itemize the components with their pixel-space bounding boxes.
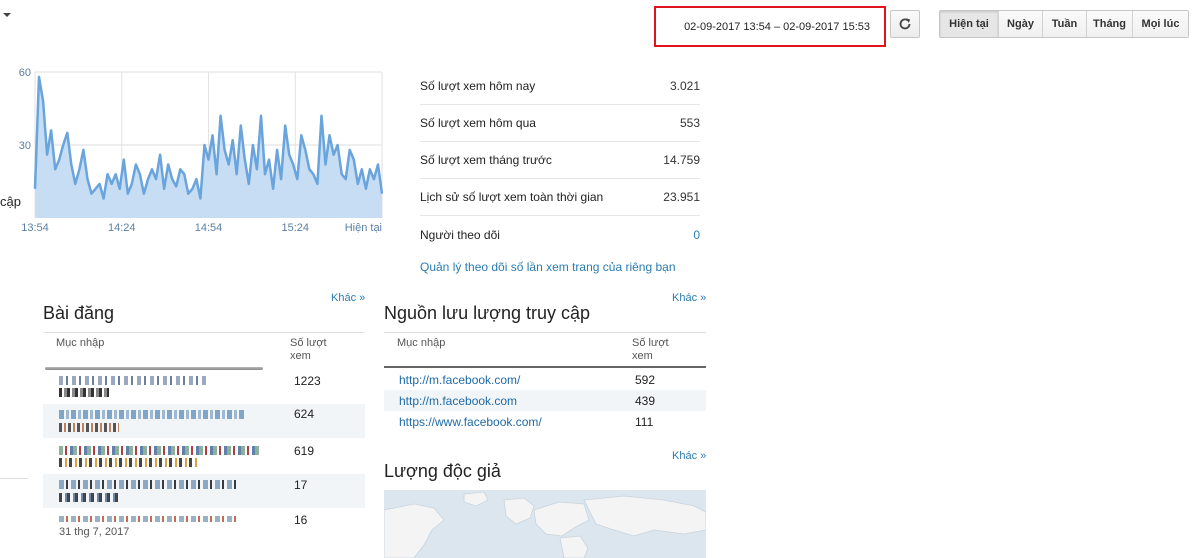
stat-row-yesterday: Số lượt xem hôm qua 553: [420, 105, 700, 142]
post-views: 619: [294, 444, 315, 458]
blurred-date: [59, 423, 119, 432]
posts-more-link[interactable]: Khác »: [331, 292, 365, 304]
posts-col-views: Số lượt xem: [290, 337, 327, 362]
world-map-graphic: [384, 491, 706, 558]
x-tick-label: 14:24: [108, 222, 136, 234]
refresh-button[interactable]: [890, 10, 920, 38]
x-tick-label: Hiện tại: [345, 222, 382, 234]
traffic-table-header: Mục nhập Số lượt xem: [384, 332, 706, 368]
post-views: 17: [294, 478, 308, 492]
table-row[interactable]: 619: [43, 440, 365, 472]
table-row[interactable]: 624: [43, 404, 365, 438]
stat-row-today: Số lượt xem hôm nay 3.021: [420, 68, 700, 105]
range-button-month[interactable]: Tháng: [1086, 11, 1132, 37]
post-date: 31 thg 7, 2017: [59, 526, 130, 538]
blurred-date: [59, 388, 109, 397]
blurred-date: [59, 493, 119, 502]
table-row[interactable]: 1223: [43, 370, 365, 402]
stat-label: Số lượt xem hôm qua: [420, 116, 536, 130]
blurred-title: [59, 516, 239, 522]
divider: [0, 478, 28, 479]
table-row[interactable]: https://www.facebook.com/ 111: [384, 411, 706, 432]
date-range-text: 02-09-2017 13:54 – 02-09-2017 15:53: [684, 20, 870, 33]
stat-value: 14.759: [663, 153, 700, 167]
audience-more-link[interactable]: Khác »: [672, 450, 706, 462]
blurred-title: [59, 480, 239, 489]
table-row[interactable]: 17: [43, 474, 365, 508]
traffic-source-link[interactable]: https://www.facebook.com/: [399, 415, 542, 429]
posts-col-entry: Mục nhập: [56, 337, 105, 349]
stat-row-all-time: Lịch sử số lượt xem toàn thời gian 23.95…: [420, 179, 700, 216]
world-map[interactable]: [384, 490, 706, 558]
x-tick-label: 13:54: [21, 222, 49, 234]
traffic-more-link[interactable]: Khác »: [672, 292, 706, 304]
x-tick-label: 15:24: [281, 222, 309, 234]
posts-table-header: Mục nhập Số lượt xem: [43, 332, 365, 368]
stat-label: Số lượt xem tháng trước: [420, 153, 552, 167]
range-button-group: Hiện tại Ngày Tuần Tháng Mọi lúc: [939, 10, 1189, 38]
stat-value: 23.951: [663, 190, 700, 204]
date-range-display: 02-09-2017 13:54 – 02-09-2017 15:53: [654, 6, 886, 47]
stat-value: 553: [679, 116, 700, 130]
followers-count-link[interactable]: 0: [693, 228, 700, 242]
stat-row-followers: Người theo dõi 0: [420, 216, 700, 253]
stat-value: 3.021: [669, 79, 700, 93]
views-chart: 60 30 13:54 14:24 14:54 15:24 Hiện tại: [19, 67, 384, 234]
blurred-date: [59, 458, 199, 467]
post-views: 1223: [294, 374, 321, 388]
traffic-views: 592: [635, 373, 656, 387]
post-views: 16: [294, 513, 308, 527]
table-row[interactable]: 31 thg 7, 2017 16: [43, 510, 365, 550]
blurred-title: [59, 410, 244, 419]
stat-label: Người theo dõi: [420, 227, 500, 242]
table-row[interactable]: http://m.facebook.com 439: [384, 390, 706, 411]
traffic-title: Nguồn lưu lượng truy cập: [384, 303, 591, 323]
caret-down-icon[interactable]: [3, 13, 11, 17]
y-tick-label: 30: [19, 140, 31, 152]
stat-label: Lịch sử số lượt xem toàn thời gian: [420, 190, 604, 204]
posts-title: Bài đăng: [43, 303, 115, 323]
manage-tracking-link[interactable]: Quản lý theo dõi số lần xem trang của ri…: [420, 260, 676, 274]
traffic-col-entry: Mục nhập: [397, 337, 446, 349]
stats-list: Số lượt xem hôm nay 3.021 Số lượt xem hô…: [420, 68, 700, 253]
traffic-source-link[interactable]: http://m.facebook.com/: [399, 373, 520, 387]
y-tick-label: 60: [19, 67, 31, 79]
range-button-week[interactable]: Tuần: [1042, 11, 1086, 37]
traffic-source-link[interactable]: http://m.facebook.com: [399, 394, 517, 408]
table-row[interactable]: http://m.facebook.com/ 592: [384, 369, 706, 390]
post-views: 624: [294, 407, 315, 421]
traffic-col-views: Số lượt xem: [632, 337, 669, 362]
range-button-all-time[interactable]: Mọi lúc: [1132, 11, 1188, 37]
traffic-views: 111: [635, 415, 654, 429]
range-button-now[interactable]: Hiện tại: [940, 11, 998, 37]
audience-title: Lượng độc giả: [384, 461, 501, 481]
x-tick-label: 14:54: [195, 222, 223, 234]
stat-row-last-month: Số lượt xem tháng trước 14.759: [420, 142, 700, 179]
refresh-icon: [899, 18, 911, 30]
y-axis-label: cập: [0, 194, 21, 209]
range-button-day[interactable]: Ngày: [998, 11, 1042, 37]
traffic-views: 439: [635, 394, 656, 408]
blurred-title: [59, 376, 209, 385]
blurred-title: [59, 446, 259, 455]
stat-label: Số lượt xem hôm nay: [420, 79, 536, 93]
